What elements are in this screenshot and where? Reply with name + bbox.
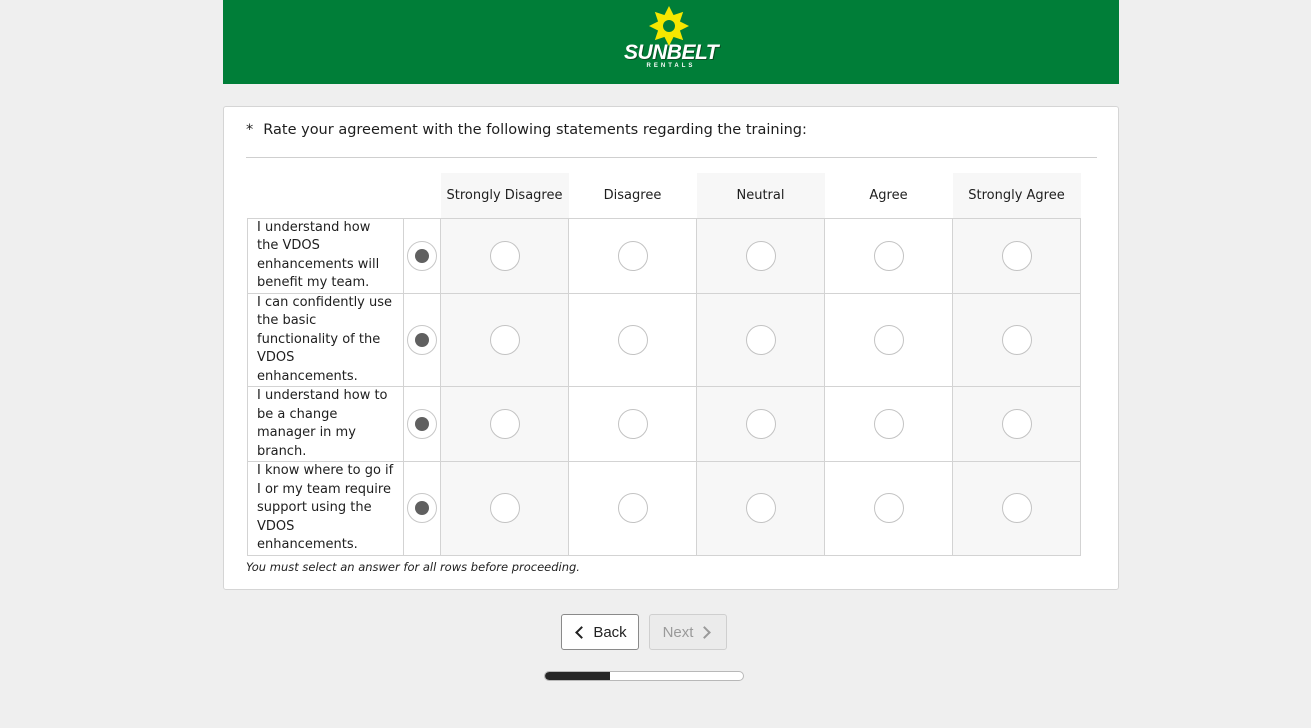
validation-hint: You must select an answer for all rows b… (246, 560, 580, 574)
column-header-strongly-disagree: Strongly Disagree (440, 173, 569, 218)
statement-label: I understand how to be a change manager … (247, 386, 404, 462)
question-text: * Rate your agreement with the following … (246, 122, 807, 138)
radio-disagree[interactable] (617, 493, 648, 524)
next-button-label: Next (662, 623, 694, 641)
question-divider (246, 157, 1097, 158)
matrix-row: I understand how the VDOS enhancements w… (247, 217, 1081, 294)
brand-subtitle: RENTALS (646, 63, 696, 69)
radio-disagree[interactable] (617, 409, 648, 439)
matrix-corner (248, 173, 404, 218)
progress-bar (544, 671, 744, 681)
question-card: * Rate your agreement with the following … (223, 106, 1119, 590)
matrix-row: I understand how to be a change manager … (247, 386, 1081, 462)
radio-cell (824, 292, 953, 387)
back-button[interactable]: Back (561, 614, 639, 650)
back-button-label: Back (593, 623, 627, 641)
sun-logo-icon (649, 6, 689, 46)
row-indicator-radio[interactable] (407, 409, 437, 439)
radio-strongly-disagree[interactable] (489, 324, 520, 355)
next-button[interactable]: Next (649, 614, 727, 650)
radio-cell (696, 217, 825, 294)
radio-cell (568, 386, 697, 462)
matrix-corner-na (404, 173, 441, 218)
required-marker: * (246, 122, 254, 138)
radio-strongly-disagree[interactable] (489, 409, 520, 439)
chevron-left-icon (575, 625, 589, 639)
row-indicator-cell (403, 217, 441, 294)
chevron-right-icon (698, 625, 712, 639)
matrix-row: I know where to go if I or my team requi… (247, 461, 1081, 556)
row-indicator-radio[interactable] (407, 240, 437, 271)
radio-neutral[interactable] (745, 409, 776, 439)
radio-agree[interactable] (873, 409, 904, 439)
radio-cell (824, 217, 953, 294)
radio-cell (568, 461, 697, 556)
progress-bar-fill (545, 672, 611, 680)
row-indicator-cell (403, 386, 441, 462)
radio-cell (440, 461, 569, 556)
radio-cell (952, 386, 1081, 462)
radio-strongly-disagree[interactable] (489, 240, 520, 271)
statement-label: I understand how the VDOS enhancements w… (247, 217, 404, 294)
radio-agree[interactable] (873, 324, 904, 355)
radio-disagree[interactable] (617, 324, 648, 355)
radio-neutral[interactable] (745, 493, 776, 524)
row-indicator-cell (403, 461, 441, 556)
column-header-disagree: Disagree (603, 187, 662, 203)
sunbelt-logo: SUNBELT RENTALS (621, 0, 721, 84)
radio-cell (440, 217, 569, 294)
radio-cell (952, 217, 1081, 294)
column-header-agree: Agree (869, 187, 908, 203)
statement-label: I can confidently use the basic function… (247, 292, 404, 387)
column-header-strongly-agree: Strongly Agree (952, 173, 1081, 218)
radio-cell (952, 292, 1081, 387)
header-banner: SUNBELT RENTALS (223, 0, 1119, 84)
radio-cell (440, 292, 569, 387)
matrix-row: I can confidently use the basic function… (247, 292, 1081, 387)
radio-strongly-disagree[interactable] (489, 493, 520, 524)
radio-strongly-agree[interactable] (1001, 240, 1032, 271)
radio-cell (440, 386, 569, 462)
radio-disagree[interactable] (617, 240, 648, 271)
radio-strongly-agree[interactable] (1001, 493, 1032, 524)
radio-strongly-agree[interactable] (1001, 409, 1032, 439)
radio-agree[interactable] (873, 240, 904, 271)
row-indicator-cell (403, 292, 441, 387)
question-label: Rate your agreement with the following s… (263, 122, 807, 138)
radio-cell (568, 217, 697, 294)
radio-neutral[interactable] (745, 324, 776, 355)
row-indicator-radio[interactable] (407, 324, 437, 355)
radio-cell (824, 386, 953, 462)
radio-strongly-agree[interactable] (1001, 324, 1032, 355)
radio-cell (952, 461, 1081, 556)
brand-name: SUNBELT (623, 41, 719, 64)
row-indicator-radio[interactable] (407, 493, 437, 524)
radio-neutral[interactable] (745, 240, 776, 271)
rating-matrix: Strongly Disagree Disagree Neutral Agree… (247, 173, 1081, 556)
statement-label: I know where to go if I or my team requi… (247, 461, 404, 556)
column-header-neutral: Neutral (696, 173, 825, 218)
radio-cell (568, 292, 697, 387)
radio-cell (824, 461, 953, 556)
radio-cell (696, 386, 825, 462)
radio-cell (696, 292, 825, 387)
radio-agree[interactable] (873, 493, 904, 524)
radio-cell (696, 461, 825, 556)
